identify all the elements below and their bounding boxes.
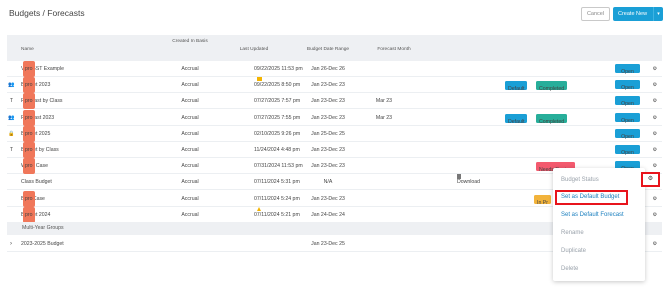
group-label: Multi-Year Groups	[22, 225, 64, 231]
table-row[interactable]: 👥 Budget 2023 pro Accrual 09/22/2025 8:50 pm…	[7, 77, 662, 94]
people-icon: 👥	[8, 82, 15, 89]
gear-icon[interactable]: ⚙	[651, 236, 659, 252]
group-row-name[interactable]: 2023-2025 Budget	[21, 236, 64, 252]
row-range: Jan 23-Dec 23	[311, 163, 345, 170]
col-basis[interactable]: Created In Basis	[170, 39, 210, 45]
open-button[interactable]: Open	[615, 145, 640, 156]
row-forecast: Mar 23	[375, 98, 393, 105]
row-basis: Accrual	[181, 114, 199, 121]
class-icon: T	[9, 98, 14, 105]
status-badge: Completed	[536, 113, 568, 125]
gear-icon-active[interactable]: ⚙	[641, 172, 660, 187]
gear-icon[interactable]: ⚙	[651, 191, 659, 207]
row-range: Jan 23-Dec 23	[311, 114, 345, 121]
menu-budget-status[interactable]: Budget Status	[561, 176, 599, 185]
col-range[interactable]: Budget Date Range	[295, 47, 361, 53]
row-basis: Accrual	[181, 147, 199, 153]
table-row[interactable]: VAT/GST Example pro Accrual 09/22/2025 11:5…	[7, 61, 662, 77]
table-header: Name Created In Basis Last Updated Budge…	[7, 35, 662, 61]
open-button[interactable]: Open	[615, 128, 640, 140]
row-basis: Accrual	[181, 163, 199, 170]
pro-badge: pro	[23, 77, 35, 94]
status-badge: Default	[505, 113, 528, 125]
warning-icon	[257, 206, 261, 211]
menu-duplicate[interactable]: Duplicate	[561, 247, 586, 256]
chevron-down-icon[interactable]: ▾	[653, 7, 663, 21]
gear-icon[interactable]: ⚙	[651, 207, 659, 223]
highlight-set-default-budget	[555, 190, 628, 205]
row-range: Jan 23-Dec 23	[311, 195, 345, 202]
row-basis: Accrual	[181, 98, 199, 105]
menu-delete[interactable]: Delete	[561, 265, 578, 274]
row-range: Jan 24-Dec 24	[311, 211, 345, 218]
gear-icon[interactable]: ⚙	[651, 126, 659, 142]
row-range: Jan 23-Dec 23	[311, 98, 345, 105]
row-forecast: Mar 23	[375, 114, 393, 121]
open-button[interactable]: Open	[615, 112, 640, 124]
row-basis: Accrual	[181, 195, 199, 202]
lock-icon: 🔒	[8, 130, 15, 137]
status-badge: Completed	[536, 81, 568, 92]
row-range: Jan 26-Dec 26	[311, 66, 345, 72]
col-forecast[interactable]: Forecast Month	[369, 47, 419, 53]
open-button[interactable]: Open	[615, 64, 640, 75]
open-button[interactable]: Open	[615, 80, 640, 91]
group-row-range: Jan 23-Dec 25	[311, 241, 345, 247]
row-basis: Accrual	[181, 130, 199, 137]
table-row[interactable]: T Budget by Class pro Accrual 11/24/2024 4:4…	[7, 142, 662, 158]
page-title: Budgets / Forecasts	[9, 8, 85, 18]
menu-set-default-forecast[interactable]: Set as Default Forecast	[561, 211, 624, 220]
row-range: Jan 23-Dec 23	[311, 147, 345, 153]
row-basis: Accrual	[181, 66, 199, 72]
create-new-label: Create New	[618, 11, 648, 17]
table-row[interactable]: 🔒 Budget 2025 pro Accrual 02/10/2025 9:26 pm…	[7, 125, 662, 142]
flag-icon	[257, 77, 262, 82]
cancel-button[interactable]: Cancel	[581, 7, 610, 21]
row-basis: Accrual	[181, 82, 199, 89]
row-range: N/A	[323, 179, 333, 186]
pro-badge: pro	[23, 93, 35, 110]
gear-icon[interactable]: ⚙	[651, 142, 659, 158]
pro-badge: pro	[23, 61, 35, 77]
status-badge: In Pr	[534, 194, 551, 206]
pro-badge: pro	[23, 109, 35, 126]
pro-badge: pro	[23, 142, 35, 158]
col-updated[interactable]: Last Updated	[229, 47, 279, 53]
people-icon: 👥	[8, 114, 15, 121]
row-basis: Accrual	[181, 179, 199, 186]
status-badge: Default	[505, 81, 528, 92]
gear-icon[interactable]: ⚙	[651, 77, 659, 93]
table-row[interactable]: 👥 Forecast 2023 pro Accrual 07/27/2025 7:55 …	[7, 109, 662, 126]
gear-icon[interactable]: ⚙	[651, 61, 659, 77]
open-button[interactable]: Open	[615, 96, 640, 107]
pro-badge: pro	[23, 190, 35, 207]
table-row[interactable]: T Forecast by Class pro Accrual 07/27/2025 7…	[7, 93, 662, 110]
row-basis: Accrual	[181, 211, 199, 218]
pro-badge: pro	[23, 158, 35, 175]
menu-rename[interactable]: Rename	[561, 229, 584, 238]
row-actions-menu: Budget Status Set as Default Budget Set …	[553, 168, 645, 281]
gear-icon[interactable]: ⚙	[651, 93, 659, 109]
col-name[interactable]: Name	[21, 47, 34, 53]
pro-badge: pro	[23, 125, 35, 142]
create-new-button[interactable]: Create New ▾	[613, 7, 663, 21]
row-range: Jan 23-Dec 23	[311, 82, 345, 89]
row-range: Jan 25-Dec 25	[311, 130, 345, 137]
class-icon: T	[9, 147, 14, 153]
pro-badge: pro	[23, 206, 35, 223]
chevron-right-icon[interactable]: ›	[10, 236, 12, 252]
gear-icon[interactable]: ⚙	[651, 110, 659, 126]
